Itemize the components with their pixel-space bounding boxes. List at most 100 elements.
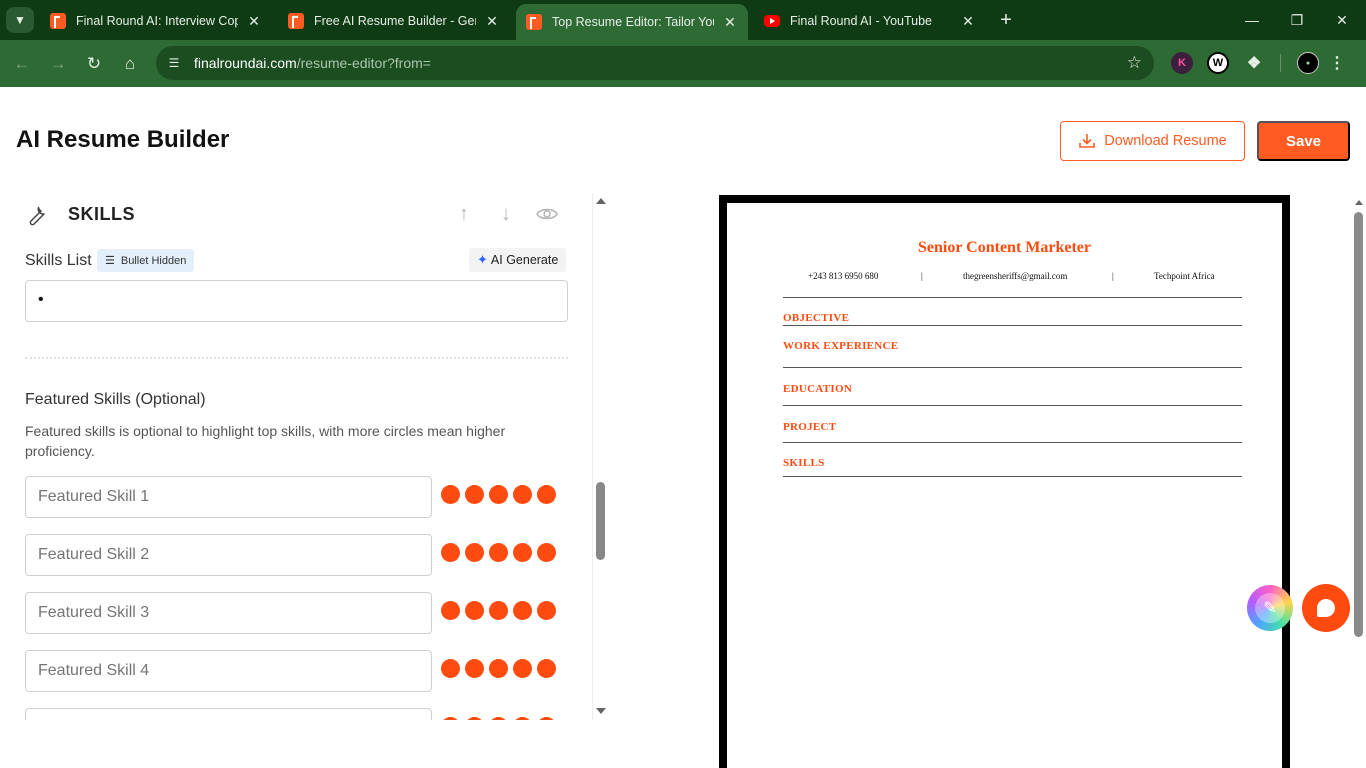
proficiency-dot[interactable] — [441, 717, 460, 720]
resume-section-skills: SKILLS — [783, 457, 825, 469]
download-resume-button[interactable]: Download Resume — [1060, 121, 1245, 161]
browser-toolbar: ← → ↻ ⌂ ☰ finalroundai.com/resume-editor… — [0, 40, 1366, 87]
skills-list-bullet: • — [38, 291, 44, 308]
close-icon[interactable]: ✕ — [722, 14, 738, 31]
resume-rule — [783, 325, 1242, 326]
bullet-hidden-label: Bullet Hidden — [120, 254, 187, 267]
minimize-icon[interactable]: — — [1232, 8, 1272, 32]
tab-resume-editor[interactable]: Top Resume Editor: Tailor Your Resume ✕ — [516, 4, 748, 40]
proficiency-dot[interactable] — [465, 659, 484, 678]
new-tab-plus-icon[interactable]: + — [994, 8, 1018, 32]
browser-tab-bar: ▼ Final Round AI: Interview Copilot ✕ Fr… — [0, 0, 1366, 40]
proficiency-dot[interactable] — [513, 601, 532, 620]
featured-skill-4-input[interactable] — [25, 650, 432, 692]
site-info-icon[interactable]: ☰ — [166, 55, 182, 71]
featured-skill-row — [25, 592, 570, 634]
proficiency-rating[interactable] — [441, 717, 556, 720]
proficiency-rating[interactable] — [441, 485, 556, 504]
scrollbar-thumb[interactable] — [596, 482, 605, 560]
proficiency-dot[interactable] — [441, 485, 460, 504]
skills-list-label: Skills List — [25, 252, 92, 269]
proficiency-dot[interactable] — [441, 543, 460, 562]
address-bar[interactable]: ☰ finalroundai.com/resume-editor?from= ☆ — [156, 46, 1154, 80]
bullet-hidden-toggle[interactable]: ☰ Bullet Hidden — [97, 249, 195, 272]
tab-search-chevron-icon[interactable]: ▼ — [6, 7, 34, 33]
proficiency-dot[interactable] — [465, 601, 484, 620]
proficiency-dot[interactable] — [441, 659, 460, 678]
featured-skills-description: Featured skills is optional to highlight… — [25, 423, 506, 459]
save-button[interactable]: Save — [1257, 121, 1350, 161]
scroll-down-arrow-icon[interactable] — [596, 708, 606, 714]
proficiency-dot[interactable] — [513, 543, 532, 562]
skills-section-header: SKILLS ↑ ↓ — [24, 202, 569, 230]
resume-preview-frame: Senior Content Marketer +243 813 6950 68… — [719, 195, 1290, 768]
proficiency-rating[interactable] — [441, 601, 556, 620]
proficiency-dot[interactable] — [465, 717, 484, 720]
proficiency-dot[interactable] — [537, 485, 556, 504]
ai-generate-label: AI Generate — [490, 253, 559, 267]
eye-visibility-icon[interactable] — [535, 202, 559, 226]
proficiency-rating[interactable] — [441, 659, 556, 678]
sparkle-icon: ✦ — [477, 252, 488, 267]
notes-icon: ✎ — [1255, 593, 1285, 623]
scroll-up-arrow-icon[interactable] — [596, 198, 606, 204]
tab-title: Final Round AI - YouTube — [790, 14, 932, 28]
wrench-icon — [29, 206, 45, 226]
move-down-arrow-icon[interactable]: ↓ — [494, 202, 518, 226]
tab-free-resume-builder[interactable]: Free AI Resume Builder - Generate ✕ — [278, 4, 510, 38]
extension-w-icon[interactable]: W — [1207, 52, 1229, 74]
featured-skill-1-input[interactable] — [25, 476, 432, 518]
proficiency-dot[interactable] — [489, 717, 508, 720]
bookmark-star-icon[interactable]: ☆ — [1127, 53, 1142, 73]
proficiency-dot[interactable] — [537, 601, 556, 620]
proficiency-dot[interactable] — [537, 717, 556, 720]
scrollbar-thumb[interactable] — [1354, 212, 1363, 637]
ai-generate-button[interactable]: ✦ AI Generate — [469, 248, 567, 272]
proficiency-rating[interactable] — [441, 543, 556, 562]
proficiency-dot[interactable] — [489, 543, 508, 562]
close-icon[interactable]: ✕ — [960, 13, 976, 30]
proficiency-dot[interactable] — [465, 485, 484, 504]
window-close-icon[interactable]: ✕ — [1322, 8, 1362, 32]
page-title: AI Resume Builder — [16, 126, 230, 153]
proficiency-dot[interactable] — [441, 601, 460, 620]
proficiency-dot[interactable] — [513, 659, 532, 678]
extension-k-icon[interactable]: K — [1171, 52, 1193, 74]
close-icon[interactable]: ✕ — [246, 13, 262, 30]
proficiency-dot[interactable] — [537, 543, 556, 562]
proficiency-dot[interactable] — [489, 485, 508, 504]
close-icon[interactable]: ✕ — [484, 13, 500, 30]
scroll-up-arrow-icon[interactable] — [1355, 200, 1363, 205]
copilot-fab-button[interactable]: ✎ — [1247, 585, 1293, 631]
restore-icon[interactable]: ❐ — [1277, 8, 1317, 32]
home-icon[interactable]: ⌂ — [118, 52, 142, 76]
editor-scrollbar[interactable] — [594, 194, 608, 720]
skills-list-editor[interactable]: • — [25, 280, 568, 322]
more-menu-icon[interactable]: ⋮ — [1326, 52, 1348, 74]
tab-title: Final Round AI: Interview Copilot — [76, 14, 238, 28]
resume-rule — [783, 367, 1242, 368]
proficiency-dot[interactable] — [489, 601, 508, 620]
back-arrow-icon[interactable]: ← — [10, 52, 34, 76]
tab-title: Free AI Resume Builder - Generate — [314, 14, 476, 28]
proficiency-dot[interactable] — [465, 543, 484, 562]
page-scrollbar[interactable] — [1352, 195, 1366, 768]
reload-icon[interactable]: ↻ — [82, 52, 106, 76]
forward-arrow-icon[interactable]: → — [46, 52, 70, 76]
proficiency-dot[interactable] — [489, 659, 508, 678]
tab-final-round-interview[interactable]: Final Round AI: Interview Copilot ✕ — [40, 4, 272, 38]
featured-skill-5-input[interactable] — [25, 708, 432, 720]
featured-skill-2-input[interactable] — [25, 534, 432, 576]
proficiency-dot[interactable] — [513, 717, 532, 720]
tab-youtube[interactable]: Final Round AI - YouTube ✕ — [754, 4, 986, 38]
contact-separator: | — [921, 271, 923, 281]
move-up-arrow-icon[interactable]: ↑ — [452, 202, 476, 226]
panel-divider — [592, 194, 593, 720]
resume-section-education: EDUCATION — [783, 383, 853, 395]
extensions-puzzle-icon[interactable]: ❖ — [1243, 52, 1265, 74]
featured-skill-3-input[interactable] — [25, 592, 432, 634]
profile-avatar[interactable]: ● — [1297, 52, 1319, 74]
proficiency-dot[interactable] — [537, 659, 556, 678]
proficiency-dot[interactable] — [513, 485, 532, 504]
chat-fab-button[interactable] — [1302, 584, 1350, 632]
